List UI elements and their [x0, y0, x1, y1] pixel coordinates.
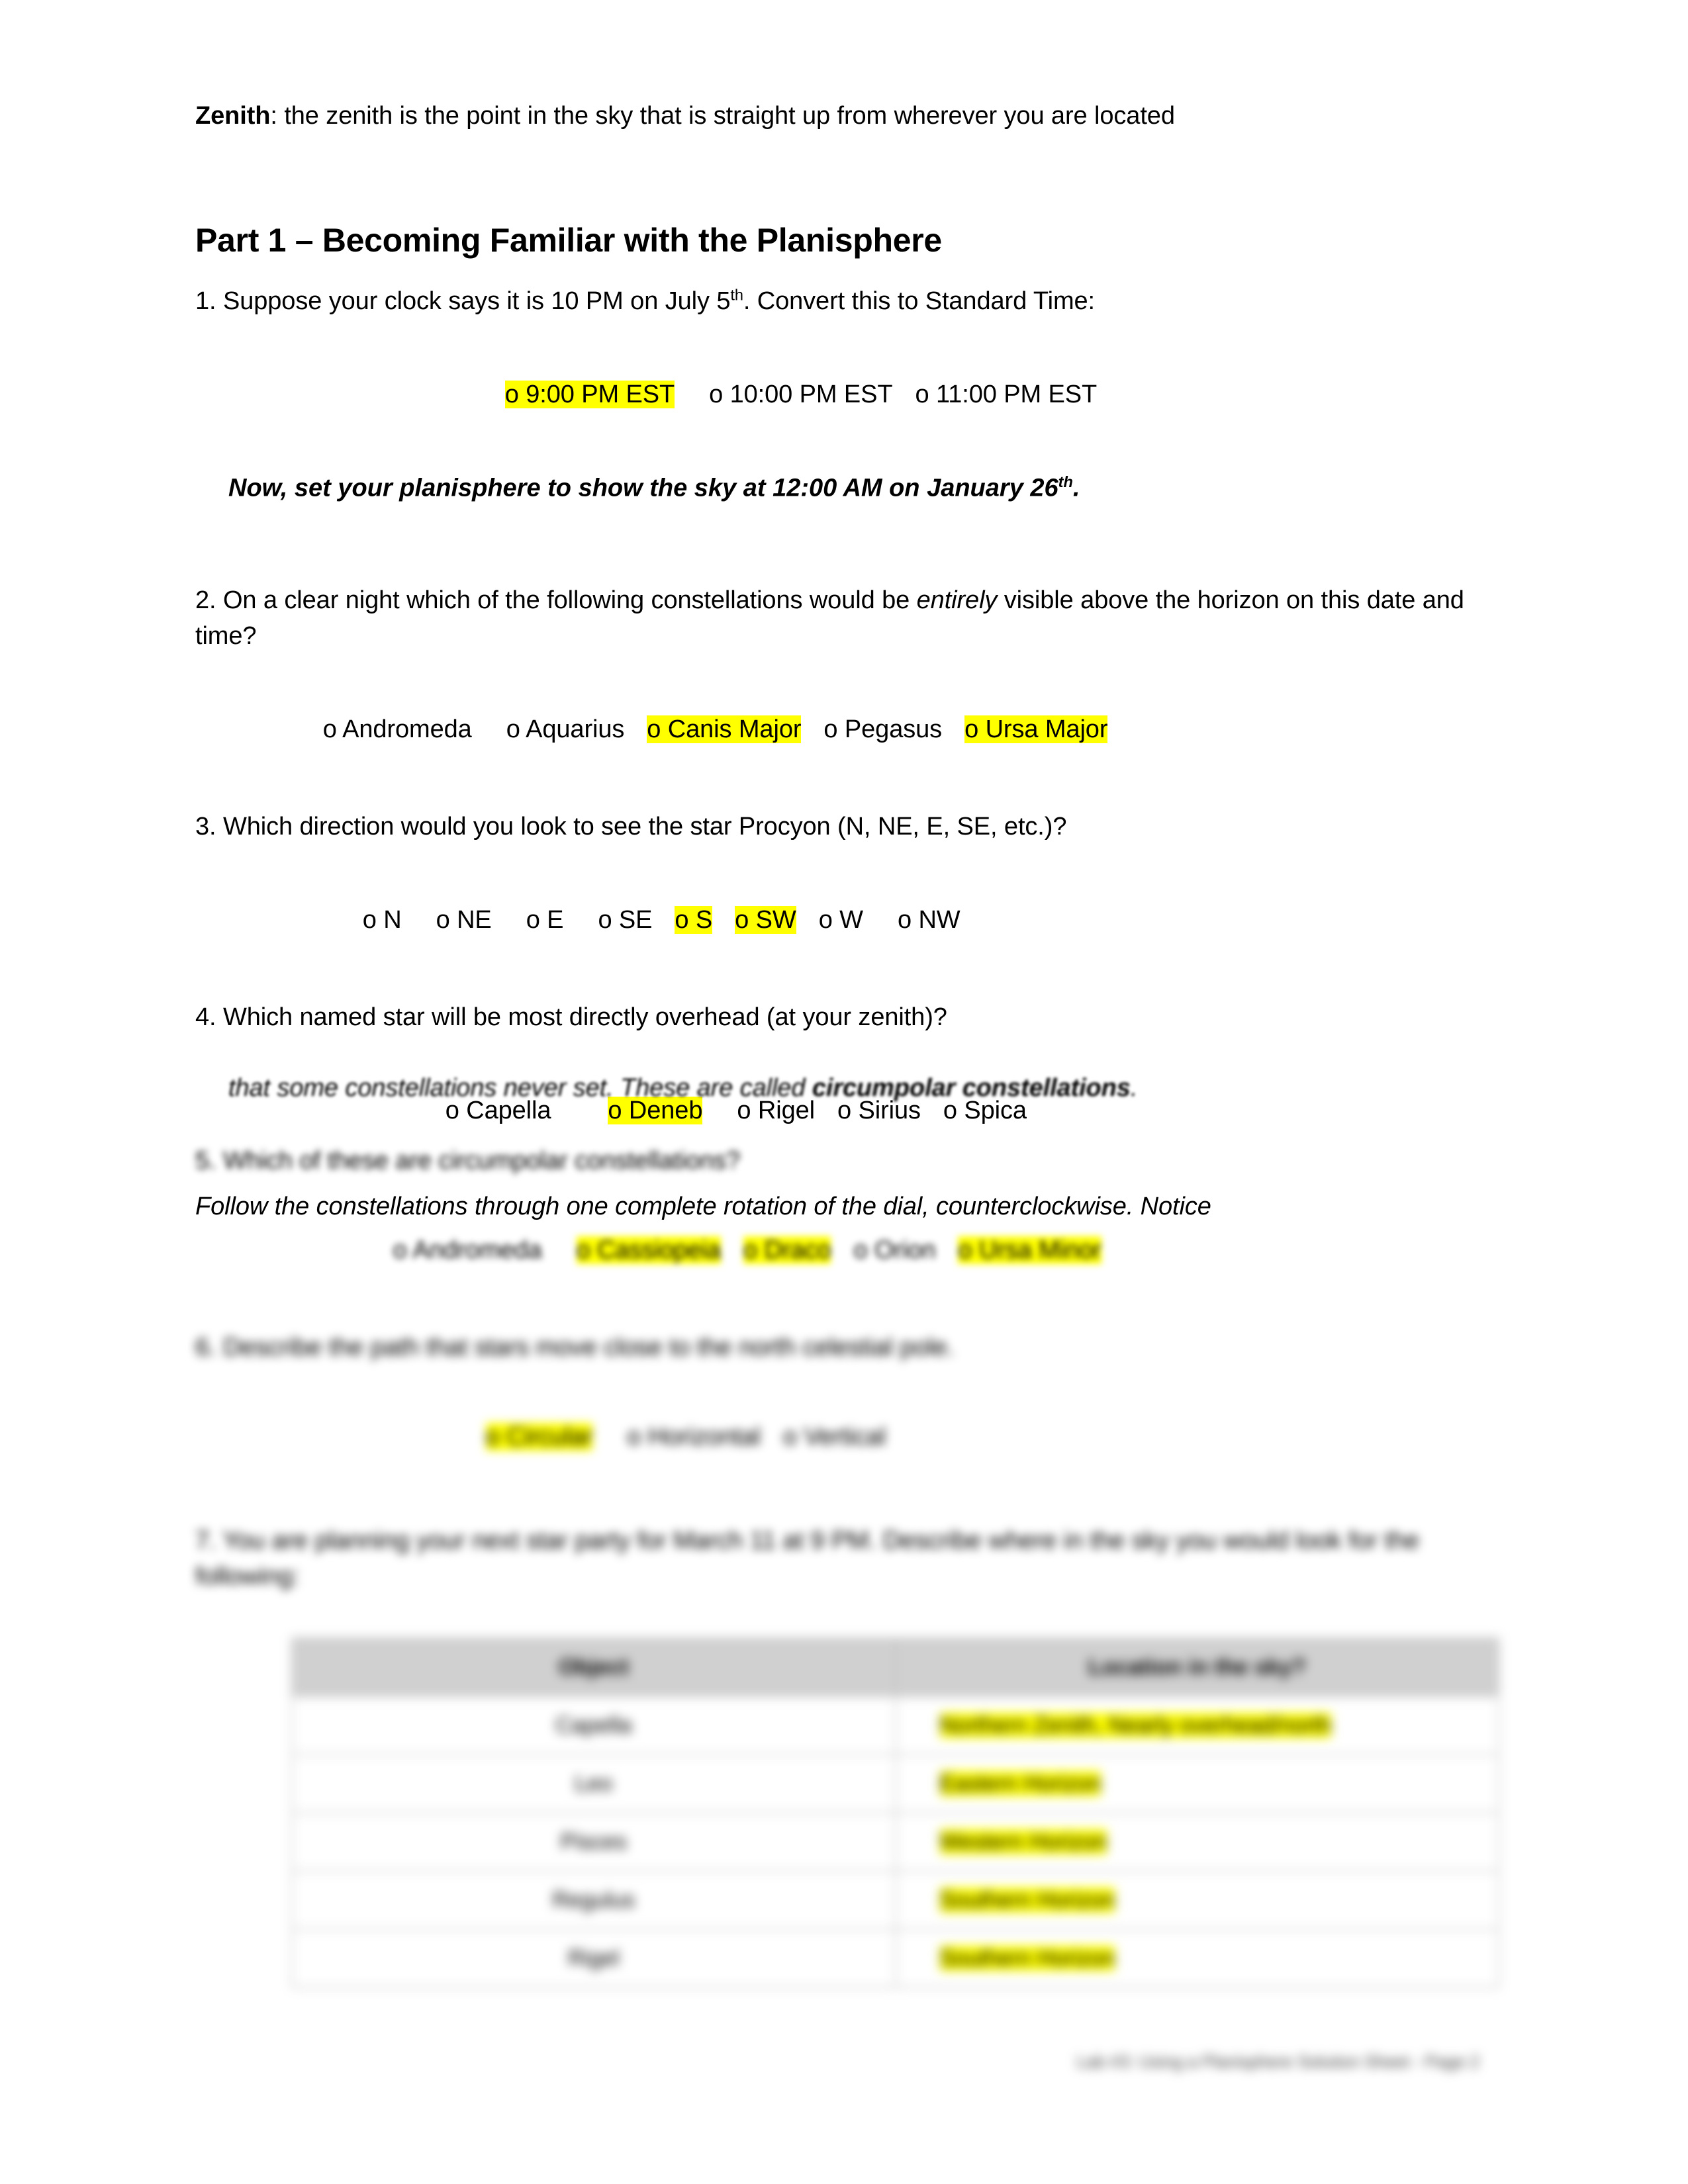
- question-4-text: 4. Which named star will be most directl…: [195, 1000, 1473, 1036]
- question-4-body: Which named star will be most directly o…: [216, 1003, 947, 1031]
- option-aquarius[interactable]: o Aquarius: [506, 715, 625, 743]
- option-n[interactable]: o N: [363, 906, 402, 934]
- zenith-text: the zenith is the point in the sky that …: [284, 102, 1175, 130]
- question-7-number: 7.: [195, 1527, 216, 1555]
- cell-object-leo: Leo: [291, 1754, 896, 1814]
- question-1-text: 1. Suppose your clock says it is 10 PM o…: [195, 284, 1473, 320]
- table-row: Regulus Southern Horizon: [291, 1870, 1499, 1931]
- cell-location-regulus: Southern Horizon: [894, 1870, 1499, 1931]
- circumpolar-paragraph-line-2: that some constellations never set. Thes…: [195, 1071, 1493, 1107]
- question-5-options: o Andromeda o Cassiopeia o Draco o Orion o U…: [195, 1202, 1493, 1300]
- page-footer: Lab #3: Using a Planisphere Solution She…: [1076, 2052, 1479, 2072]
- cell-object-regulus: Regulus: [291, 1870, 896, 1931]
- set-planisphere-before: Now, set your planisphere to show the sk…: [228, 474, 1058, 502]
- option-ne[interactable]: o NE: [436, 906, 492, 934]
- question-1-before: Suppose your clock says it is 10 PM on J…: [216, 287, 731, 315]
- question-6-text: 6. Describe the path that stars move clo…: [195, 1330, 1493, 1366]
- question-6-options: o Circular o Horizontal o Vertical: [195, 1388, 1493, 1486]
- sharp-content-region: Zenith: the zenith is the point in the s…: [195, 0, 1473, 1225]
- option-ursa-minor[interactable]: o Ursa Minor: [958, 1236, 1102, 1265]
- cell-location-pisces: Western Horizon: [894, 1812, 1499, 1872]
- option-9pm-est[interactable]: o 9:00 PM EST: [504, 380, 675, 408]
- question-3-options: o N o NE o E o SE o S o SW o W o NW: [195, 872, 1473, 970]
- part-1-heading: Part 1 – Becoming Familiar with the Plan…: [195, 221, 942, 259]
- option-circular[interactable]: o Circular: [485, 1423, 592, 1451]
- option-pegasus[interactable]: o Pegasus: [823, 715, 942, 743]
- document-page: Zenith: the zenith is the point in the s…: [0, 0, 1688, 2184]
- cell-location-rigel-value: Southern Horizon: [939, 1945, 1115, 1971]
- question-5-number: 5.: [195, 1146, 216, 1175]
- option-11pm-est[interactable]: o 11:00 PM EST: [915, 381, 1098, 408]
- cell-location-capella: Northern Zenith, Nearly overhead/north: [894, 1696, 1499, 1756]
- option-andromeda[interactable]: o Andromeda: [323, 715, 472, 743]
- question-5-text: 5. Which of these are circumpolar conste…: [195, 1144, 1493, 1179]
- question-1-options: o 9:00 PM EST o 10:00 PM EST o 11:00 PM ES…: [195, 345, 1473, 443]
- option-sw[interactable]: o SW: [735, 906, 796, 934]
- question-5-body: Which of these are circumpolar constella…: [216, 1146, 741, 1175]
- cell-object-capella: Capella: [291, 1696, 896, 1756]
- question-2-part1: On a clear night which of the following …: [216, 586, 917, 614]
- question-1-after: . Convert this to Standard Time:: [743, 287, 1095, 315]
- question-7-text: 7. You are planning your next star party…: [195, 1524, 1430, 1595]
- question-3-number: 3.: [195, 812, 216, 841]
- cell-location-rigel: Southern Horizon: [894, 1929, 1499, 1989]
- option-s[interactable]: o S: [675, 906, 712, 934]
- circumpolar-term: circumpolar constellations: [812, 1074, 1131, 1102]
- cell-location-regulus-value: Southern Horizon: [939, 1887, 1115, 1913]
- option-nw[interactable]: o NW: [898, 906, 961, 934]
- set-planisphere-note: Now, set your planisphere to show the sk…: [195, 472, 1473, 505]
- option-se[interactable]: o SE: [598, 906, 652, 934]
- table-row: Capella Northern Zenith, Nearly overhead…: [291, 1696, 1499, 1756]
- question-6-body: Describe the path that stars move close …: [216, 1334, 955, 1362]
- question-1-superscript: th: [730, 285, 743, 303]
- question-4-number: 4.: [195, 1003, 216, 1031]
- cell-location-leo: Eastern Horizon: [894, 1754, 1499, 1814]
- cell-location-pisces-value: Western Horizon: [939, 1829, 1107, 1854]
- cell-object-pisces: Pisces: [291, 1812, 896, 1872]
- option-e[interactable]: o E: [526, 906, 564, 934]
- option-w[interactable]: o W: [819, 906, 863, 934]
- question-3-text: 3. Which direction would you look to see…: [195, 809, 1473, 845]
- question-7-body: You are planning your next star party fo…: [195, 1527, 1420, 1591]
- circumpolar-line-2-before: that some constellations never set. Thes…: [228, 1074, 812, 1102]
- question-2-options: o Andromeda o Aquarius o Canis Major o Pega…: [195, 681, 1473, 779]
- option-ursa-major[interactable]: o Ursa Major: [964, 715, 1108, 743]
- zenith-separator: :: [270, 102, 285, 130]
- sky-location-table: Object Location in the sky? Capella Nort…: [291, 1637, 1499, 1989]
- question-2-number: 2.: [195, 586, 216, 614]
- header-location: Location in the sky?: [894, 1637, 1499, 1698]
- table-row: Leo Eastern Horizon: [291, 1754, 1499, 1814]
- option-10pm-est[interactable]: o 10:00 PM EST: [709, 381, 893, 408]
- question-6-number: 6.: [195, 1334, 216, 1362]
- option-orion[interactable]: o Orion: [853, 1236, 935, 1264]
- option-draco[interactable]: o Draco: [743, 1236, 831, 1265]
- option-cassiopeia[interactable]: o Cassiopeia: [576, 1236, 721, 1265]
- question-1-number: 1.: [195, 287, 216, 315]
- option-vertical[interactable]: o Vertical: [783, 1423, 886, 1451]
- set-planisphere-after: .: [1072, 474, 1080, 502]
- question-3-body: Which direction would you look to see th…: [216, 812, 1067, 841]
- cell-location-leo-value: Eastern Horizon: [939, 1770, 1102, 1796]
- option-andromeda-circumpolar[interactable]: o Andromeda: [393, 1236, 542, 1264]
- option-horizontal[interactable]: o Horizontal: [627, 1423, 761, 1451]
- table-header-row: Object Location in the sky?: [291, 1637, 1499, 1698]
- zenith-term: Zenith: [195, 102, 271, 130]
- option-canis-major[interactable]: o Canis Major: [647, 715, 802, 743]
- cell-object-rigel: Rigel: [291, 1929, 896, 1989]
- question-2-emphasis: entirely: [916, 586, 998, 614]
- set-planisphere-superscript: th: [1058, 473, 1073, 490]
- table-row: Rigel Southern Horizon: [291, 1929, 1499, 1989]
- blurred-content-region: that some constellations never set. Thes…: [0, 1071, 1688, 2184]
- table-row: Pisces Western Horizon: [291, 1812, 1499, 1872]
- sky-location-table-wrapper: Object Location in the sky? Capella Nort…: [195, 1637, 1499, 1989]
- cell-location-capella-value: Northern Zenith, Nearly overhead/north: [939, 1712, 1332, 1738]
- zenith-definition: Zenith: the zenith is the point in the s…: [195, 101, 1473, 132]
- question-2-text: 2. On a clear night which of the followi…: [195, 583, 1473, 655]
- header-object: Object: [291, 1637, 896, 1698]
- circumpolar-line-2-after: .: [1130, 1074, 1138, 1102]
